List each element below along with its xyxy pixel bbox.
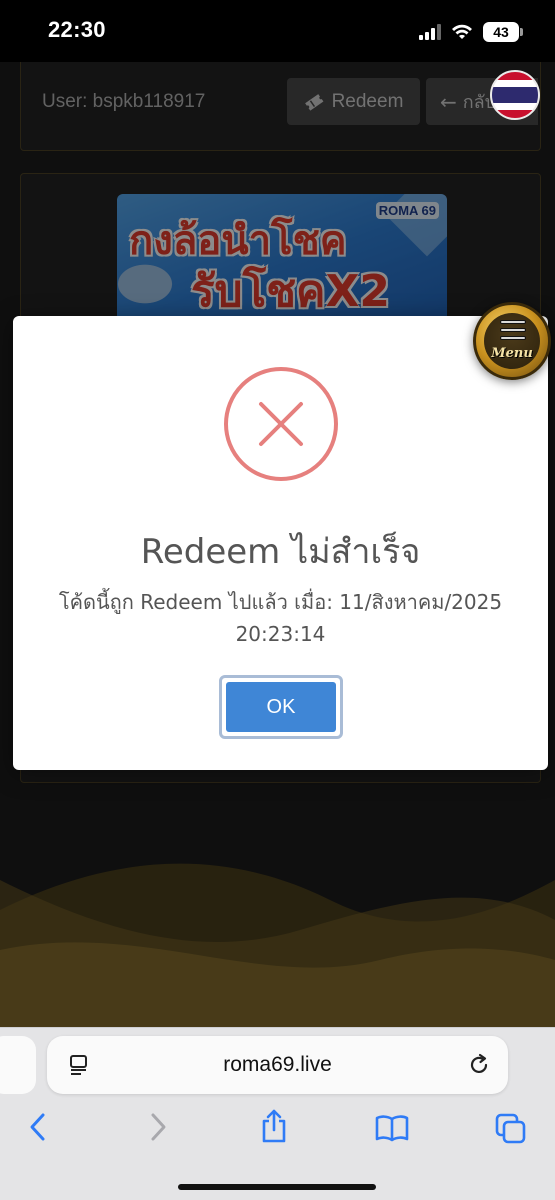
address-bar[interactable]: roma69.live <box>47 1036 508 1094</box>
signal-icon <box>419 24 441 40</box>
ok-button-label: OK <box>226 682 336 732</box>
hamburger-icon <box>500 320 526 344</box>
forward-arrow-icon[interactable] <box>147 1112 169 1142</box>
battery-indicator: 43 <box>483 22 523 42</box>
url-text: roma69.live <box>223 1053 332 1076</box>
ok-button[interactable]: OK <box>219 675 343 739</box>
home-indicator <box>178 1184 376 1190</box>
dialog-message: โค้ดนี้ถูก Redeem ไปแล้ว เมื่อ: 11/สิงหา… <box>33 586 528 650</box>
battery-level: 43 <box>493 24 509 40</box>
bookmarks-icon[interactable] <box>375 1114 409 1142</box>
dialog-title: Redeem ไม่สำเร็จ <box>140 532 421 572</box>
dialog-message-line1: โค้ดนี้ถูก Redeem ไปแล้ว เมื่อ: 11/สิงหา… <box>58 590 503 614</box>
error-x-icon <box>224 367 338 481</box>
menu-button[interactable]: Menu <box>473 302 551 380</box>
dialog-message-line2: 20:23:14 <box>235 622 326 646</box>
menu-button-label: Menu <box>491 346 533 361</box>
reload-icon[interactable] <box>467 1053 491 1077</box>
thailand-flag-icon[interactable] <box>490 70 540 120</box>
status-bar: 22:30 43 <box>0 0 555 62</box>
status-time: 22:30 <box>48 17 106 42</box>
previous-tab-preview[interactable] <box>0 1036 36 1094</box>
status-icons: 43 <box>419 20 523 44</box>
back-arrow-icon[interactable] <box>27 1112 49 1142</box>
share-icon[interactable] <box>260 1108 288 1144</box>
menu-button-face: Menu <box>484 313 540 369</box>
browser-toolbar: roma69.live <box>0 1027 555 1200</box>
wifi-icon <box>452 24 472 39</box>
tabs-icon[interactable] <box>495 1113 527 1145</box>
error-dialog: Redeem ไม่สำเร็จ โค้ดนี้ถูก Redeem ไปแล้… <box>13 316 548 770</box>
